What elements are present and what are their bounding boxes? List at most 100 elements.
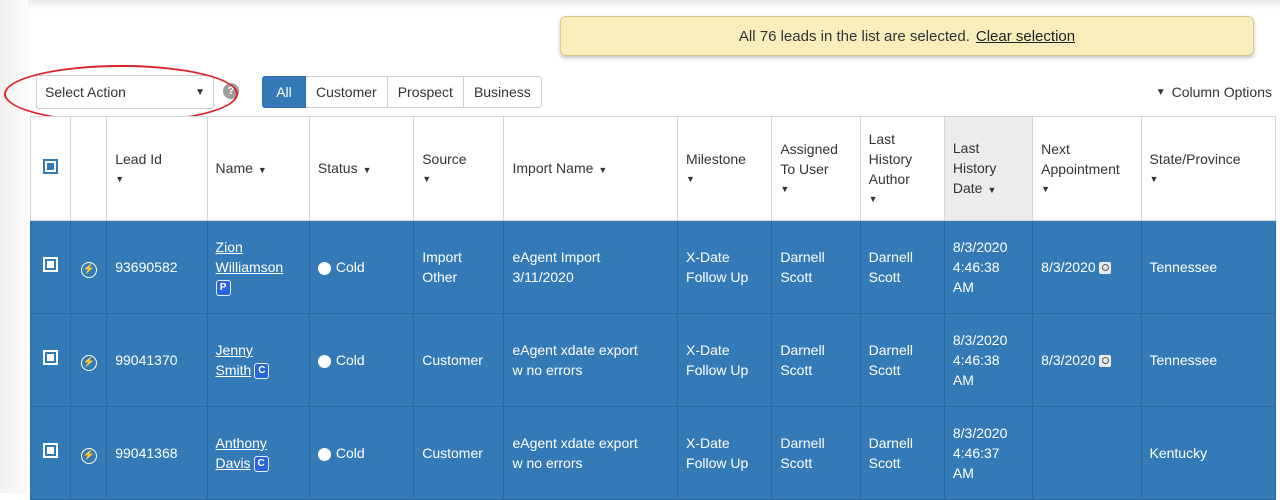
tab-prospect[interactable]: Prospect <box>387 76 464 108</box>
header-next-appointment[interactable]: Next Appointment ▼ <box>1032 116 1142 221</box>
assigned-user-cell: Darnell Scott <box>771 220 861 314</box>
import-line: 3/11/2020 <box>512 269 574 285</box>
milestone-cell: X-Date Follow Up <box>677 313 773 407</box>
row-checkbox[interactable] <box>43 443 59 458</box>
table-row[interactable]: ⚡ 99041370 Jenny Smith C Cold Customer eAg… <box>29 313 1276 407</box>
select-action-dropdown[interactable]: Select Action ▼ <box>36 75 214 109</box>
lightning-icon[interactable]: ⚡ <box>80 447 97 464</box>
header-name[interactable]: Name ▼ <box>206 116 310 221</box>
user-line: Scott <box>780 455 813 471</box>
header-lead-id[interactable]: Lead Id ▼ <box>106 116 208 221</box>
user-line: Darnell <box>780 435 825 451</box>
name-cell[interactable]: Anthony Davis C <box>206 406 310 500</box>
header-state-province[interactable]: State/Province ▼ <box>1140 116 1276 221</box>
last-name: Williamson <box>215 259 284 275</box>
status-text: Cold <box>335 259 365 275</box>
lightning-icon[interactable]: ⚡ <box>80 261 97 278</box>
row-checkbox-cell[interactable] <box>29 313 72 407</box>
header-label: Assigned <box>780 140 838 157</box>
tab-customer[interactable]: Customer <box>306 76 388 108</box>
status-dot-icon <box>317 354 331 368</box>
import-line: eAgent xdate export <box>512 435 638 451</box>
header-assigned-to-user[interactable]: Assigned To User ▼ <box>771 116 861 221</box>
table-row[interactable]: ⚡ 93690582 Zion Williamson P Cold Import Ot… <box>29 220 1276 314</box>
lead-type-badge: C <box>253 456 269 473</box>
row-checkbox[interactable] <box>43 350 59 365</box>
source-line: Import <box>422 249 462 265</box>
quick-action-cell[interactable]: ⚡ <box>70 313 108 407</box>
header-label: To User <box>780 160 829 177</box>
import-line: w no errors <box>512 455 583 471</box>
status-cell: Cold <box>308 313 415 407</box>
sort-caret-icon: ▼ <box>780 183 790 194</box>
help-icon[interactable]: ? <box>223 83 239 99</box>
sort-caret-icon: ▼ <box>422 173 432 184</box>
state-cell: Kentucky <box>1140 406 1276 500</box>
lead-type-tabs: All Customer Prospect Business <box>262 76 542 108</box>
source-line: Other <box>422 269 458 285</box>
sort-caret-icon: ▼ <box>257 164 267 175</box>
first-name: Anthony <box>215 435 267 451</box>
history-date-cell: 8/3/2020 4:46:37 AM <box>943 406 1034 500</box>
column-options-button[interactable]: ▼ Column Options <box>1156 84 1272 100</box>
header-import-name[interactable]: Import Name ▼ <box>503 116 679 221</box>
milestone-line: Follow Up <box>686 362 749 378</box>
quick-action-cell[interactable]: ⚡ <box>70 220 108 314</box>
name-cell[interactable]: Zion Williamson P <box>206 220 310 314</box>
row-checkbox-cell[interactable] <box>29 220 72 314</box>
header-source[interactable]: Source ▼ <box>413 116 505 221</box>
assigned-user-cell: Darnell Scott <box>771 406 861 500</box>
header-label: Date <box>952 179 983 196</box>
select-action-label: Select Action <box>45 84 126 100</box>
milestone-line: X-Date <box>686 342 730 358</box>
author-line: Darnell <box>868 342 913 358</box>
status-cell: Cold <box>308 406 415 500</box>
lightning-icon[interactable]: ⚡ <box>80 354 97 371</box>
header-last-history-author[interactable]: Last History Author ▼ <box>859 116 945 221</box>
status-dot-icon <box>317 261 331 275</box>
caret-down-icon: ▼ <box>195 86 205 98</box>
row-checkbox[interactable] <box>43 257 59 272</box>
last-name: Davis <box>215 455 251 471</box>
header-label: History <box>868 150 913 167</box>
milestone-line: Follow Up <box>686 269 749 285</box>
header-quick-action <box>70 116 108 221</box>
lead-name-link[interactable]: Zion Williamson <box>216 239 284 275</box>
clear-selection-link[interactable]: Clear selection <box>976 28 1075 45</box>
author-line: Scott <box>868 362 901 378</box>
table-row[interactable]: ⚡ 99041368 Anthony Davis C Cold Customer e… <box>29 406 1276 500</box>
top-shadow <box>0 0 1280 10</box>
first-name: Zion <box>215 239 243 255</box>
history-date-cell: 8/3/2020 4:46:38 AM <box>943 220 1034 314</box>
last-name: Smith <box>215 362 252 378</box>
quick-action-cell[interactable]: ⚡ <box>70 406 108 500</box>
appointment-date: 8/3/2020 <box>1041 259 1096 275</box>
date-line: 8/3/2020 <box>952 332 1008 348</box>
header-label: Last <box>868 130 896 147</box>
left-shadow <box>0 0 28 493</box>
header-label: Import Name <box>512 159 594 176</box>
sort-caret-icon: ▼ <box>1149 173 1159 184</box>
sort-caret-icon: ▼ <box>598 164 608 175</box>
source-cell: Customer <box>413 406 505 500</box>
header-milestone[interactable]: Milestone ▼ <box>677 116 773 221</box>
row-checkbox-cell[interactable] <box>29 406 72 500</box>
lead-id-cell: 99041370 <box>106 313 208 407</box>
search-icon[interactable] <box>1098 355 1111 368</box>
tab-all[interactable]: All <box>262 76 306 108</box>
lead-name-link[interactable]: Jenny Smith <box>216 342 253 378</box>
header-status[interactable]: Status ▼ <box>308 116 415 221</box>
sort-caret-icon: ▼ <box>362 164 372 175</box>
leads-table: Lead Id ▼ Name ▼ Status ▼ Source ▼ Import Na… <box>29 116 1276 500</box>
caret-down-icon: ▼ <box>1155 86 1166 98</box>
header-last-history-date[interactable]: Last History Date ▼ <box>943 116 1034 221</box>
select-all-checkbox-cell[interactable] <box>29 116 72 221</box>
import-name-cell: eAgent Import 3/11/2020 <box>503 220 679 314</box>
name-cell[interactable]: Jenny Smith C <box>206 313 310 407</box>
first-name: Jenny <box>215 342 253 358</box>
search-icon[interactable] <box>1098 262 1111 275</box>
select-all-checkbox[interactable] <box>43 158 59 174</box>
header-label: Author <box>868 170 910 187</box>
tab-business[interactable]: Business <box>463 76 542 108</box>
date-line: 8/3/2020 <box>952 239 1008 255</box>
